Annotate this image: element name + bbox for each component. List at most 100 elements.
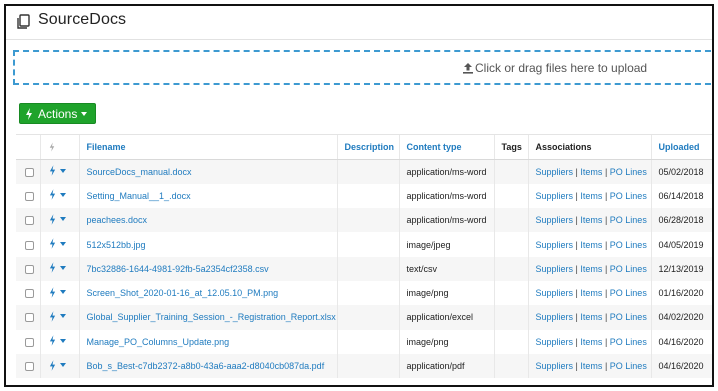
row-checkbox[interactable] — [25, 362, 34, 372]
suppliers-link[interactable]: Suppliers — [536, 361, 574, 371]
suppliers-link[interactable]: Suppliers — [536, 288, 574, 298]
filename-link[interactable]: Screen_Shot_2020-01-16_at_12.05.10_PM.pn… — [87, 288, 279, 298]
suppliers-link[interactable]: Suppliers — [536, 264, 574, 274]
items-link[interactable]: Items — [580, 167, 602, 177]
filename-link[interactable]: 512x512bb.jpg — [87, 240, 146, 250]
items-link[interactable]: Items — [580, 191, 602, 201]
po-lines-link[interactable]: PO Lines — [610, 215, 647, 225]
items-link[interactable]: Items — [580, 215, 602, 225]
row-checkbox[interactable] — [25, 192, 34, 201]
bolt-icon — [49, 359, 55, 371]
table-row: Setting_Manual__1_.docx application/ms-w… — [16, 183, 712, 209]
link-separator: | — [604, 288, 608, 299]
row-actions-menu[interactable] — [49, 238, 66, 249]
bolt-icon — [49, 286, 55, 298]
associations-cell: Suppliers | Items | PO Lines — [527, 232, 651, 257]
table-row: peachees.docx application/ms-word Suppli… — [16, 208, 712, 233]
content-type-column-header[interactable]: Content type — [398, 134, 494, 160]
row-checkbox[interactable] — [25, 313, 34, 323]
row-select-cell — [16, 208, 40, 233]
source-docs-panel: SourceDocs Click or drag files here to u… — [4, 4, 714, 387]
row-actions-menu[interactable] — [49, 165, 66, 177]
po-lines-link[interactable]: PO Lines — [610, 337, 647, 347]
items-link[interactable]: Items — [580, 240, 602, 250]
items-link[interactable]: Items — [580, 264, 602, 274]
content-type-cell: text/csv — [398, 256, 494, 281]
row-checkbox[interactable] — [25, 264, 34, 274]
actions-dropdown-button[interactable]: Actions — [19, 103, 96, 124]
caret-down-icon — [59, 241, 66, 246]
tags-cell — [493, 280, 528, 306]
table-row: SourceDocs_manual.docx application/ms-wo… — [16, 159, 712, 184]
filename-link[interactable]: peachees.docx — [87, 215, 148, 225]
content-type-cell: image/png — [398, 280, 494, 306]
items-link[interactable]: Items — [580, 288, 602, 298]
po-lines-link[interactable]: PO Lines — [610, 264, 647, 274]
tags-cell — [493, 208, 528, 233]
po-lines-link[interactable]: PO Lines — [610, 191, 647, 201]
row-actions-menu[interactable] — [49, 286, 66, 298]
po-lines-link[interactable]: PO Lines — [610, 167, 647, 177]
filename-column-header[interactable]: Filename — [78, 134, 337, 160]
filename-link[interactable]: Manage_PO_Columns_Update.png — [87, 337, 230, 347]
description-cell — [336, 305, 399, 330]
filename-link[interactable]: Bob_s_Best-c7db2372-a8b0-43a6-aaa2-d8040… — [87, 361, 325, 371]
associations-column-header: Associations — [527, 134, 651, 160]
po-lines-link[interactable]: PO Lines — [610, 312, 647, 322]
associations-cell: Suppliers | Items | PO Lines — [527, 280, 651, 306]
items-link[interactable]: Items — [580, 312, 602, 322]
items-link[interactable]: Items — [580, 361, 602, 371]
bolt-icon — [49, 189, 55, 201]
bolt-icon — [26, 108, 32, 120]
items-link[interactable]: Items — [580, 337, 602, 347]
upload-dropzone[interactable]: Click or drag files here to upload — [13, 50, 712, 85]
row-checkbox[interactable] — [25, 216, 34, 226]
po-lines-link[interactable]: PO Lines — [610, 240, 647, 250]
suppliers-link[interactable]: Suppliers — [536, 191, 574, 201]
row-actions-cell — [39, 232, 79, 257]
row-actions-menu[interactable] — [49, 311, 66, 322]
suppliers-link[interactable]: Suppliers — [536, 337, 574, 347]
suppliers-link[interactable]: Suppliers — [536, 215, 574, 225]
associations-cell: Suppliers | Items | PO Lines — [527, 183, 651, 209]
description-column-header[interactable]: Description — [336, 134, 399, 160]
row-actions-menu[interactable] — [49, 213, 66, 225]
description-cell — [336, 256, 399, 281]
associations-cell: Suppliers | Items | PO Lines — [527, 353, 651, 379]
description-cell — [336, 329, 399, 354]
row-checkbox[interactable] — [25, 167, 34, 177]
suppliers-link[interactable]: Suppliers — [536, 167, 574, 177]
tags-cell — [493, 329, 528, 354]
link-separator: | — [604, 239, 608, 250]
caret-down-icon — [59, 265, 66, 270]
uploaded-cell: 06/14/2018 — [650, 183, 712, 209]
copy-documents-icon — [17, 14, 30, 29]
bolt-icon — [49, 165, 55, 177]
bolt-icon — [49, 335, 55, 346]
row-select-cell — [16, 353, 40, 379]
uploaded-column-header[interactable]: Uploaded — [650, 134, 712, 160]
row-actions-menu[interactable] — [49, 262, 66, 274]
documents-table: Filename Description Content type Tags A… — [16, 134, 712, 379]
filename-link[interactable]: Setting_Manual__1_.docx — [87, 191, 191, 201]
filename-cell: peachees.docx — [78, 208, 337, 233]
row-checkbox[interactable] — [25, 289, 34, 299]
tags-cell — [493, 232, 528, 257]
content-type-cell: image/jpeg — [398, 232, 494, 257]
filename-link[interactable]: SourceDocs_manual.docx — [87, 167, 192, 177]
row-actions-menu[interactable] — [49, 335, 66, 346]
link-separator: | — [575, 190, 578, 201]
row-actions-menu[interactable] — [49, 189, 66, 201]
filename-cell: Setting_Manual__1_.docx — [78, 183, 337, 209]
filename-link[interactable]: 7bc32886-1644-4981-92fb-5a2354cf2358.csv — [87, 264, 269, 274]
link-separator: | — [575, 239, 578, 250]
suppliers-link[interactable]: Suppliers — [536, 240, 574, 250]
po-lines-link[interactable]: PO Lines — [610, 361, 647, 371]
row-checkbox[interactable] — [25, 240, 34, 250]
row-checkbox[interactable] — [25, 337, 34, 347]
po-lines-link[interactable]: PO Lines — [610, 288, 647, 298]
suppliers-link[interactable]: Suppliers — [536, 312, 574, 322]
filename-link[interactable]: Global_Supplier_Training_Session_-_Regis… — [87, 312, 336, 322]
actions-label: Actions — [38, 107, 78, 121]
row-actions-menu[interactable] — [49, 359, 66, 371]
